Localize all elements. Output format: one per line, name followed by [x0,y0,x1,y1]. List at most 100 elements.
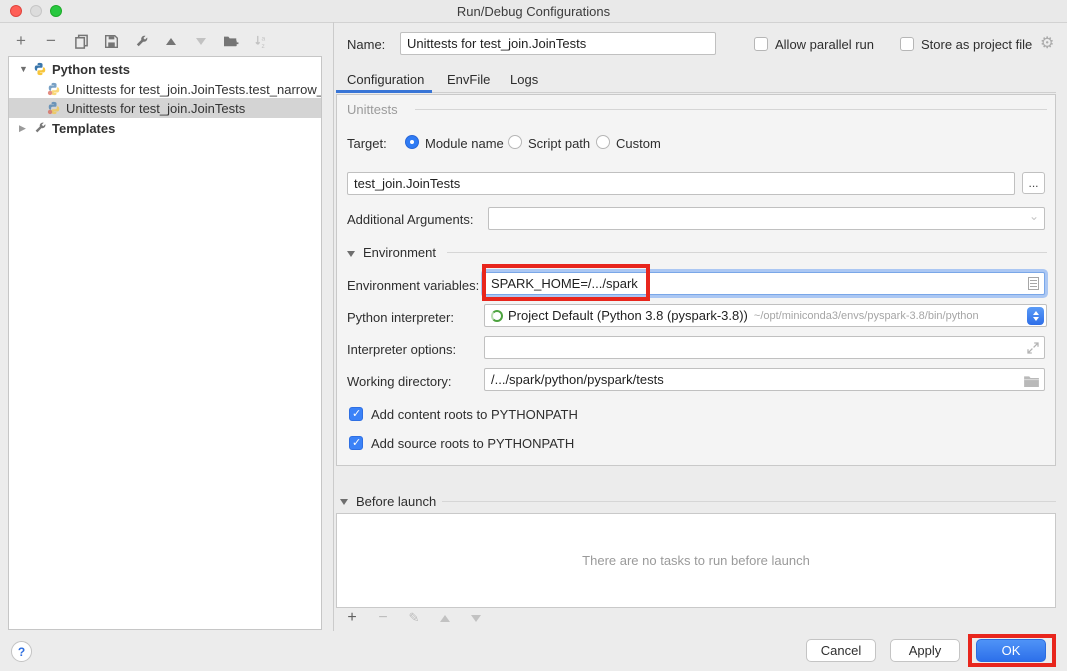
before-launch-empty-message: There are no tasks to run before launch [582,553,810,568]
environment-variables-value: SPARK_HOME=/.../spark [491,276,638,291]
radio-script-path-label: Script path [528,136,590,151]
apply-button[interactable]: Apply [890,639,960,662]
edit-templates-icon[interactable] [132,32,150,50]
radio-module-name[interactable] [405,135,419,149]
group-title: Unittests [347,102,398,117]
folder-icon[interactable] [1024,375,1039,390]
radio-module-name-label: Module name [425,136,504,151]
python-icon [33,62,47,76]
radio-script-path[interactable] [508,135,522,149]
titlebar: Run/Debug Configurations [0,0,1067,23]
new-folder-icon[interactable] [222,32,240,50]
configurations-toolbar: + − az [12,30,270,52]
environment-variables-label: Environment variables: [347,278,479,293]
sort-alphabetically-icon[interactable]: az [252,32,270,50]
environment-section-collapse-icon[interactable] [347,251,355,257]
before-launch-title: Before launch [356,494,436,509]
environment-separator [447,252,1047,253]
interpreter-options-input[interactable] [484,336,1045,359]
panel-divider [333,22,334,631]
before-launch-toolbar: + − ✎ [343,609,485,627]
chevron-collapsed-icon[interactable]: ▶ [19,123,29,134]
remove-task-icon[interactable]: − [374,609,392,627]
environment-section-title: Environment [363,245,436,260]
ok-button[interactable]: OK [976,639,1046,662]
gear-icon[interactable]: ⚙ [1040,33,1054,53]
copy-icon[interactable] [72,32,90,50]
help-button[interactable]: ? [11,641,32,662]
wrench-icon [33,121,47,135]
add-source-roots-checkbox[interactable] [349,436,363,450]
tab-configuration[interactable]: Configuration [347,72,424,87]
add-source-roots-label: Add source roots to PYTHONPATH [371,436,574,451]
name-value: Unittests for test_join.JoinTests [407,36,586,51]
help-label: ? [18,645,25,659]
python-interpreter-value: Project Default (Python 3.8 (pyspark-3.8… [508,308,748,323]
radio-custom[interactable] [596,135,610,149]
module-name-input[interactable]: test_join.JoinTests [347,172,1015,195]
add-task-icon[interactable]: + [343,609,361,627]
configurations-tree: ▼ Python tests Unittests for test_join.J… [8,56,322,630]
dropdown-stepper-icon[interactable] [1027,307,1044,325]
tree-item-unittests-narrow[interactable]: Unittests for test_join.JoinTests.test_n… [9,79,322,99]
chevron-expanded-icon[interactable]: ▼ [19,64,29,74]
allow-parallel-run-checkbox[interactable] [754,37,768,51]
move-down-icon[interactable] [192,32,210,50]
edit-task-icon[interactable]: ✎ [405,609,423,627]
python-interpreter-label: Python interpreter: [347,310,454,325]
target-label: Target: [347,136,387,151]
radio-custom-label: Custom [616,136,661,151]
python-test-icon [47,82,61,96]
add-content-roots-label: Add content roots to PYTHONPATH [371,407,578,422]
store-as-project-file-label: Store as project file [921,37,1032,52]
python-test-icon [47,101,61,115]
tree-item-unittests-jointests[interactable]: Unittests for test_join.JoinTests [9,98,322,118]
svg-text:z: z [261,43,264,49]
chevron-down-icon[interactable]: ⌄ [1029,209,1039,223]
tree-item-label: Templates [52,121,115,136]
tree-item-label: Python tests [52,62,130,77]
working-directory-input[interactable]: /.../spark/python/pyspark/tests [484,368,1045,391]
working-directory-label: Working directory: [347,374,452,389]
task-move-down-icon[interactable] [467,609,485,627]
interpreter-options-label: Interpreter options: [347,342,456,357]
additional-arguments-input[interactable]: ⌄ [488,207,1045,230]
run-debug-configurations-dialog: Run/Debug Configurations + − az ▼ Pyth [0,0,1067,671]
allow-parallel-run-label: Allow parallel run [775,37,874,52]
store-as-project-file-checkbox[interactable] [900,37,914,51]
cancel-button[interactable]: Cancel [806,639,876,662]
python-interpreter-select[interactable]: Project Default (Python 3.8 (pyspark-3.8… [484,304,1047,327]
python-interpreter-path: ~/opt/miniconda3/envs/pyspark-3.8/bin/py… [754,310,979,322]
save-icon[interactable] [102,32,120,50]
before-launch-task-list[interactable]: There are no tasks to run before launch [336,513,1056,608]
edit-variables-icon[interactable] [1028,277,1039,290]
tree-item-python-tests[interactable]: ▼ Python tests [9,59,322,79]
name-label: Name: [347,37,385,52]
group-separator [415,109,1047,110]
configuration-panel: Unittests Target: Module name Script pat… [336,94,1056,466]
remove-icon[interactable]: − [42,32,60,50]
active-tab-underline [336,90,432,93]
environment-variables-input[interactable]: SPARK_HOME=/.../spark [484,272,1045,295]
additional-arguments-label: Additional Arguments: [347,212,473,227]
before-launch-collapse-icon[interactable] [340,499,348,505]
tab-envfile[interactable]: EnvFile [447,72,490,87]
browse-button[interactable]: ... [1022,172,1045,194]
conda-env-icon [491,310,503,322]
tree-item-label: Unittests for test_join.JoinTests.test_n… [66,82,322,97]
add-content-roots-checkbox[interactable] [349,407,363,421]
before-launch-separator [442,501,1056,502]
tab-logs[interactable]: Logs [510,72,538,87]
name-input[interactable]: Unittests for test_join.JoinTests [400,32,716,55]
tree-item-templates[interactable]: ▶ Templates [9,118,322,138]
window-title: Run/Debug Configurations [0,4,1067,19]
tree-item-label: Unittests for test_join.JoinTests [66,101,245,116]
tab-separator [336,92,1056,93]
svg-text:a: a [261,35,265,42]
expand-field-icon[interactable] [1027,342,1039,357]
module-name-value: test_join.JoinTests [354,176,460,191]
move-up-icon[interactable] [162,32,180,50]
add-icon[interactable]: + [12,32,30,50]
task-move-up-icon[interactable] [436,609,454,627]
working-directory-value: /.../spark/python/pyspark/tests [491,372,664,387]
